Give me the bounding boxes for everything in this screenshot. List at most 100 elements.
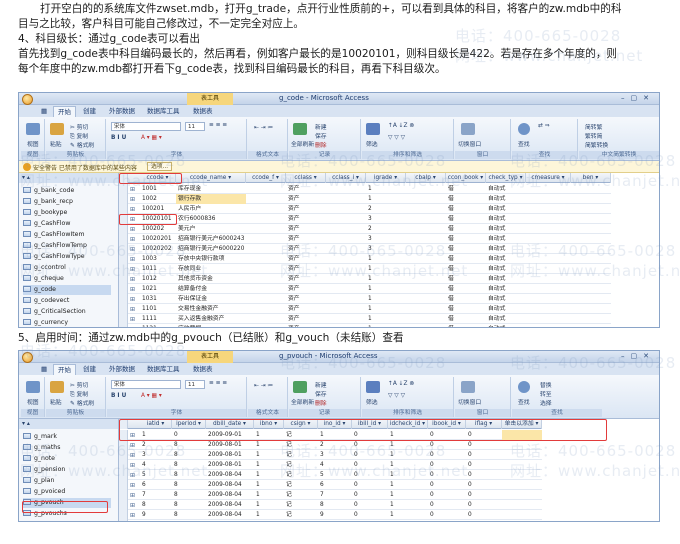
table-cell[interactable]: 存放中央银行款项 xyxy=(176,254,246,264)
table-row[interactable]: ⊞ 1101 交易性金融资产 资产 1 借自动式 xyxy=(120,304,611,314)
table-cell[interactable]: 2009-08-01 xyxy=(206,460,254,470)
table-row[interactable]: ⊞ 1003 存放中央银行款项 资产 1 借自动式 xyxy=(120,254,611,264)
table-cell[interactable]: 自动式 xyxy=(486,194,526,204)
table-cell[interactable]: 资产 xyxy=(286,214,326,224)
table-cell[interactable] xyxy=(406,244,446,254)
table-cell[interactable] xyxy=(246,254,286,264)
table-cell[interactable] xyxy=(406,184,446,194)
find-button[interactable]: 查找 xyxy=(518,397,530,406)
table-cell[interactable] xyxy=(326,244,366,254)
table-cell[interactable]: 5 xyxy=(140,470,172,480)
table-row[interactable]: ⊞ 5 8 2009-08-04 1 记 5 0 1 0 0 xyxy=(120,470,542,480)
row-selector[interactable] xyxy=(120,254,128,264)
table-cell[interactable] xyxy=(571,284,611,294)
table-cell[interactable] xyxy=(571,274,611,284)
table-row[interactable]: ⊞ 10020202 招商银行美元户6000220 资产 3 借自动式 xyxy=(120,244,611,254)
table-cell[interactable] xyxy=(571,254,611,264)
table-row[interactable]: ⊞ 9 8 2009-08-04 1 记 9 0 1 0 0 xyxy=(120,510,542,520)
tab-datasheet[interactable]: 数据表 xyxy=(189,364,217,375)
table-row[interactable]: ⊞ 1 0 2009-09-01 1 记 1 0 1 0 0 xyxy=(120,430,542,440)
table-cell[interactable] xyxy=(246,184,286,194)
select-all-corner[interactable] xyxy=(120,173,128,183)
table-cell[interactable]: 10020201 xyxy=(140,234,176,244)
table-cell[interactable] xyxy=(571,324,611,327)
table-row[interactable]: ⊞ 100202 美元户 资产 2 借自动式 xyxy=(120,224,611,234)
table-cell[interactable]: 应收票据 xyxy=(176,324,246,327)
tab-file-icon[interactable]: ▦ xyxy=(37,106,51,117)
table-cell[interactable]: 自动式 xyxy=(486,254,526,264)
table-cell[interactable]: 10 xyxy=(140,520,172,521)
table-cell[interactable] xyxy=(406,304,446,314)
table-cell[interactable]: 1 xyxy=(254,490,284,500)
table-cell[interactable]: 资产 xyxy=(286,244,326,254)
format-painter-icon[interactable]: ✎ 格式刷 xyxy=(70,140,94,149)
table-cell[interactable]: 交易性金融资产 xyxy=(176,304,246,314)
find-button[interactable]: 查找 xyxy=(518,139,530,148)
table-cell[interactable]: 100202 xyxy=(140,224,176,234)
table-cell[interactable]: 0 xyxy=(352,440,388,450)
new-record-button[interactable]: 新建 xyxy=(315,122,327,131)
paste-button[interactable]: 粘贴 xyxy=(50,397,62,406)
expand-icon[interactable]: ⊞ xyxy=(130,462,135,469)
table-cell[interactable] xyxy=(326,264,366,274)
row-selector[interactable] xyxy=(120,490,128,500)
table-cell[interactable] xyxy=(326,314,366,324)
row-selector[interactable] xyxy=(120,510,128,520)
paste-button[interactable]: 粘贴 xyxy=(50,139,62,148)
column-header[interactable]: ben ▾ xyxy=(571,173,611,183)
table-cell[interactable]: 8 xyxy=(172,450,206,460)
table-cell[interactable]: 2 xyxy=(318,440,352,450)
table-cell[interactable]: 借 xyxy=(446,204,486,214)
replace-icon[interactable]: ⇄ ⇒ xyxy=(538,123,550,129)
nav-item-g-plan[interactable]: g_plan xyxy=(23,476,54,486)
table-cell[interactable]: 记 xyxy=(284,440,318,450)
goto-button[interactable]: 转至 xyxy=(540,389,552,398)
table-cell[interactable]: 100201 xyxy=(140,204,176,214)
expand-icon[interactable]: ⊞ xyxy=(130,482,135,489)
table-cell[interactable]: 0 xyxy=(352,430,388,440)
row-selector[interactable] xyxy=(120,194,128,204)
table-row[interactable]: ⊞ 1111 买入返售金融资产 资产 1 借自动式 xyxy=(120,314,611,324)
table-cell[interactable]: 资产 xyxy=(286,264,326,274)
table-cell[interactable]: 0 xyxy=(466,510,502,520)
table-cell[interactable]: 0 xyxy=(466,490,502,500)
table-cell[interactable]: 存出保证金 xyxy=(176,294,246,304)
table-cell[interactable]: 记 xyxy=(284,450,318,460)
table-cell[interactable] xyxy=(502,450,542,460)
nav-item-g-codevect[interactable]: g_codevect xyxy=(23,296,69,306)
table-row[interactable]: ⊞ 1001 库存现金 资产 1 借自动式 xyxy=(120,184,611,194)
table-cell[interactable]: 借 xyxy=(446,184,486,194)
table-cell[interactable]: 借 xyxy=(446,324,486,327)
table-cell[interactable]: 0 xyxy=(352,480,388,490)
table-cell[interactable]: 0 xyxy=(428,500,466,510)
table-cell[interactable]: 1 xyxy=(388,500,428,510)
table-cell[interactable]: 8 xyxy=(172,510,206,520)
table-cell[interactable]: 借 xyxy=(446,254,486,264)
security-options-button[interactable]: 选项... xyxy=(147,162,173,171)
tab-database-tools[interactable]: 数据库工具 xyxy=(143,106,184,117)
table-cell[interactable]: 0 xyxy=(428,450,466,460)
font-color-icon[interactable]: A ▾ ▦ ▾ xyxy=(141,135,162,141)
table-cell[interactable]: 1 xyxy=(254,510,284,520)
table-cell[interactable]: 资产 xyxy=(286,184,326,194)
nav-item-g-criticalsection[interactable]: g_CriticalSection xyxy=(23,307,86,317)
table-cell[interactable] xyxy=(406,224,446,234)
row-selector[interactable] xyxy=(120,314,128,324)
row-selector[interactable] xyxy=(120,294,128,304)
table-cell[interactable]: 5 xyxy=(318,470,352,480)
table-cell[interactable] xyxy=(502,520,542,521)
row-selector[interactable] xyxy=(120,234,128,244)
table-cell[interactable] xyxy=(246,324,286,327)
table-row[interactable]: ⊞ 8 8 2009-08-04 1 记 8 0 1 0 0 xyxy=(120,500,542,510)
table-cell[interactable]: 美元户 xyxy=(176,224,246,234)
tab-file-icon[interactable]: ▦ xyxy=(37,364,51,375)
table-cell[interactable]: 1 xyxy=(388,490,428,500)
select-button[interactable]: 选择 xyxy=(540,398,552,407)
table-cell[interactable] xyxy=(526,194,571,204)
table-cell[interactable]: 0 xyxy=(352,470,388,480)
table-cell[interactable]: 2 xyxy=(140,440,172,450)
column-header[interactable]: cbalp ▾ xyxy=(406,173,446,183)
nav-item-g-maths[interactable]: g_maths xyxy=(23,443,60,453)
navigation-pane-header[interactable]: ▾ ▴ xyxy=(19,173,118,183)
table-cell[interactable] xyxy=(502,460,542,470)
